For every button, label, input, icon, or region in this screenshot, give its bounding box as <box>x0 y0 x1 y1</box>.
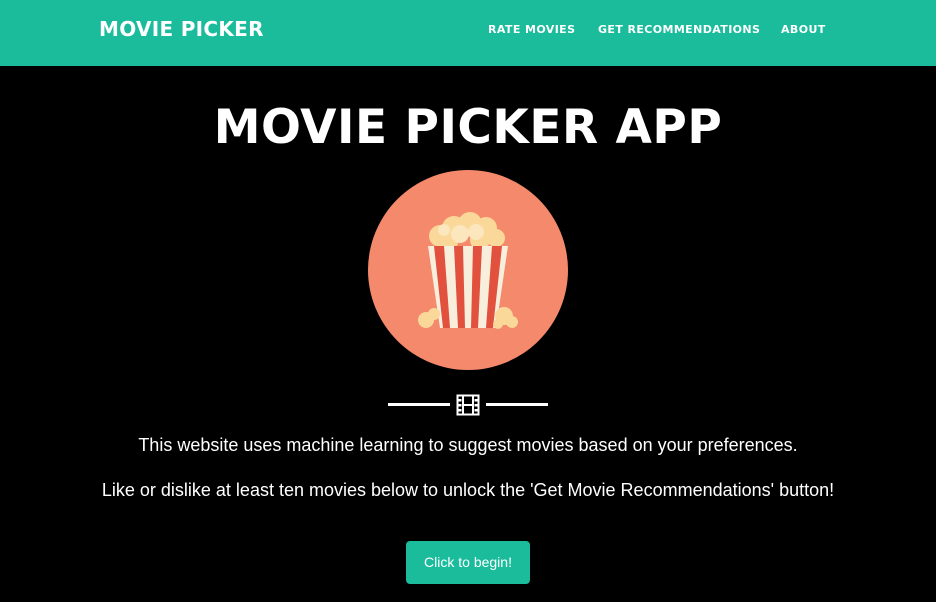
begin-button[interactable]: Click to begin! <box>406 541 530 584</box>
popcorn-avatar <box>368 170 568 370</box>
page-title: MOVIE PICKER APP <box>213 100 723 155</box>
divider-line-right <box>486 403 548 406</box>
intro-paragraph-ml: This website uses machine learning to su… <box>138 435 798 455</box>
intro-paragraph-instructions: Like or dislike at least ten movies belo… <box>101 480 835 500</box>
nav-link-rate-movies[interactable]: RATE MOVIES <box>488 23 575 36</box>
nav-link-about[interactable]: ABOUT <box>781 23 826 36</box>
navbar: MOVIE PICKER RATE MOVIES GET RECOMMENDAT… <box>0 0 936 66</box>
film-icon <box>456 394 480 416</box>
divider-line-left <box>388 403 450 406</box>
brand-link[interactable]: MOVIE PICKER <box>99 17 264 41</box>
section-divider <box>388 394 548 416</box>
popcorn-icon <box>368 170 568 370</box>
nav-link-get-recommendations[interactable]: GET RECOMMENDATIONS <box>598 23 760 36</box>
